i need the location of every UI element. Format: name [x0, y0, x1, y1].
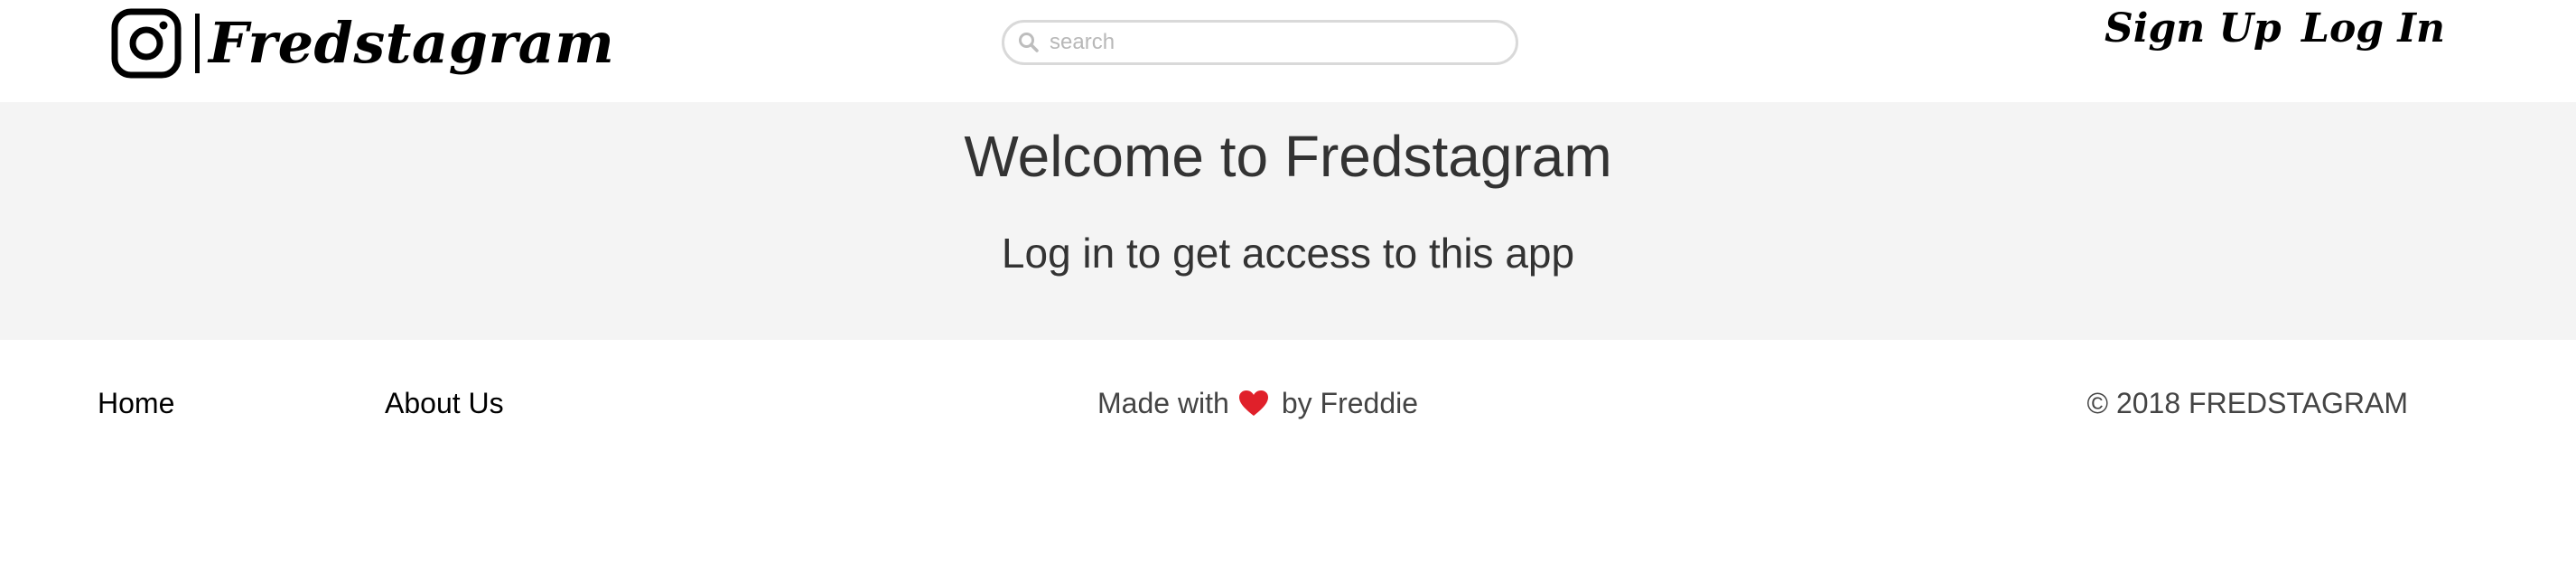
logo-divider: [195, 14, 200, 73]
footer: Home About Us Made with by Freddie © 201…: [0, 340, 2576, 466]
search-box[interactable]: [1002, 20, 1518, 65]
page-title: Welcome to Fredstagram: [964, 124, 1612, 189]
welcome-banner: Welcome to Fredstagram Log in to get acc…: [0, 102, 2576, 340]
search-input[interactable]: [1050, 30, 1483, 55]
login-link[interactable]: Log In: [2301, 4, 2445, 54]
heart-icon: [1238, 390, 1268, 416]
brand-logo[interactable]: Fredstagram: [110, 5, 614, 81]
signup-link[interactable]: Sign Up: [2105, 4, 2282, 54]
copyright-notice: © 2018 FREDSTAGRAM: [2086, 387, 2408, 419]
page-subtitle: Log in to get access to this app: [1001, 230, 1575, 277]
brand-name: Fredstagram: [209, 10, 615, 76]
top-navbar: Fredstagram Sign Up Log In: [0, 0, 2576, 102]
footer-about-link[interactable]: About Us: [385, 385, 504, 421]
footer-home-link[interactable]: Home: [98, 385, 174, 421]
made-with-credit: Made with by Freddie: [1097, 385, 1418, 421]
made-with-suffix: by Freddie: [1281, 387, 1419, 419]
search-icon: [1019, 33, 1039, 52]
instagram-camera-icon: [111, 8, 182, 79]
made-with-prefix: Made with: [1097, 387, 1229, 419]
